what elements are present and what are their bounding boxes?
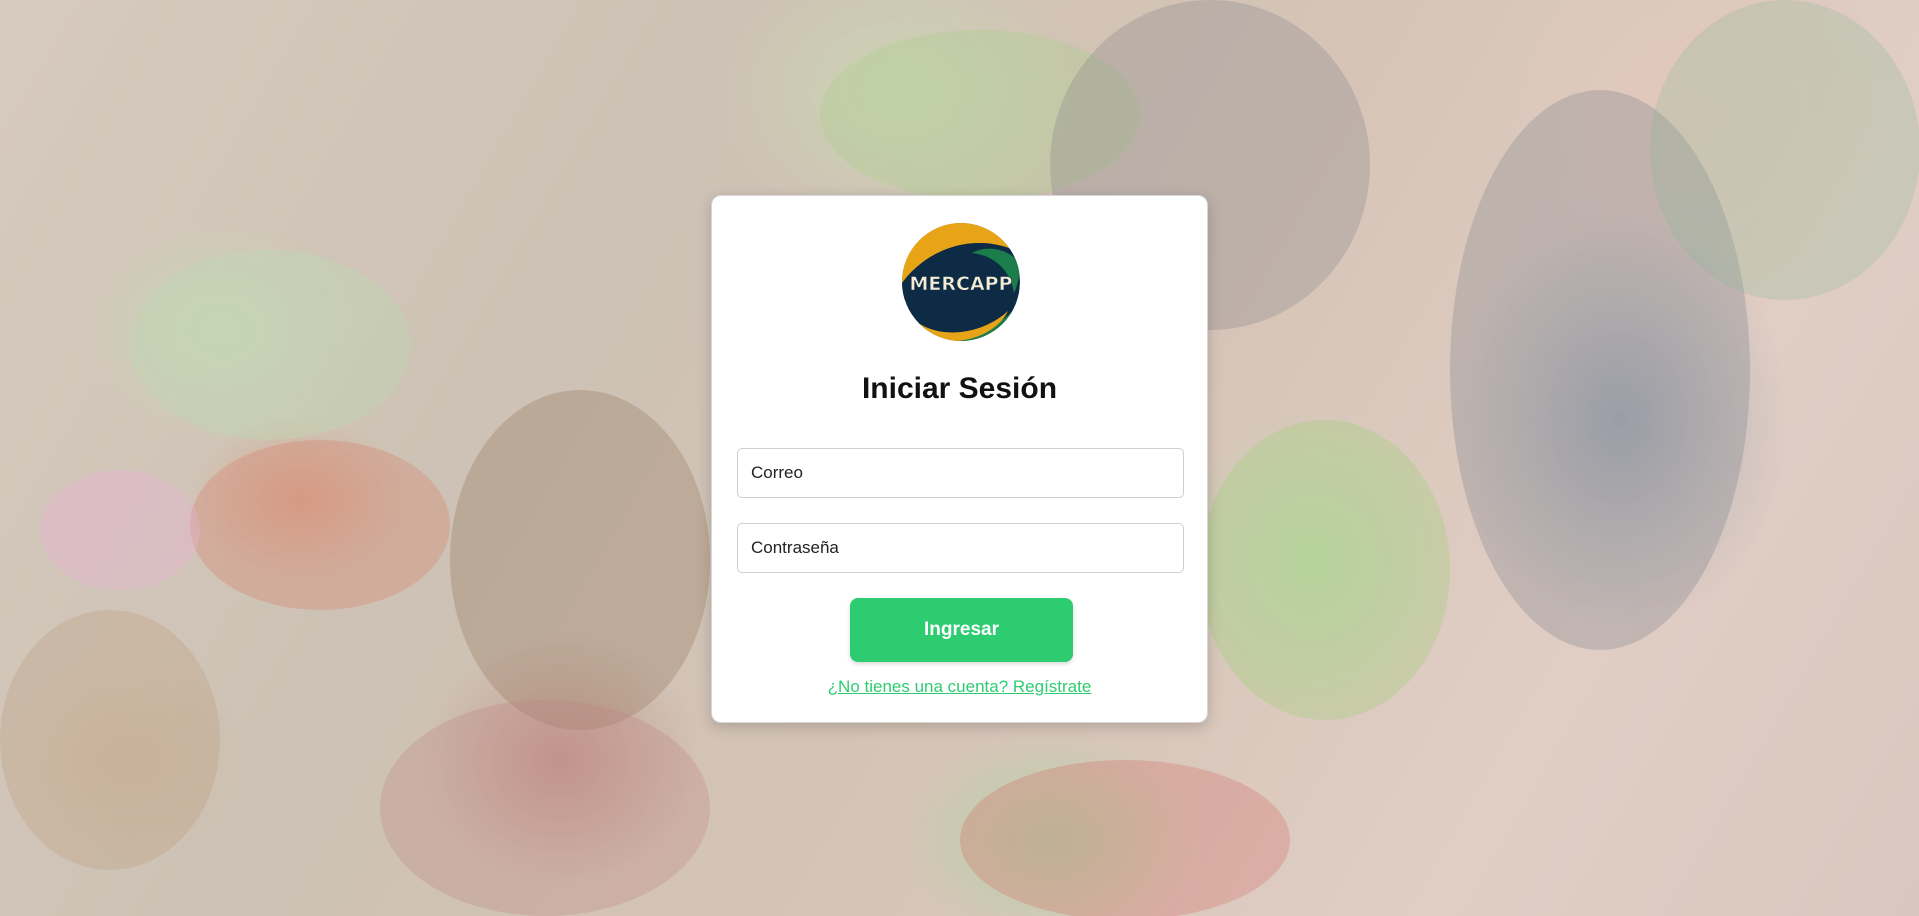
login-card: MERCAPP Iniciar Sesión Ingresar ¿No tien… [711,195,1208,723]
page-title: Iniciar Sesión [861,372,1058,405]
password-field[interactable] [737,523,1184,573]
email-field[interactable] [737,448,1184,498]
logo-text: MERCAPP [909,273,1012,295]
mercapp-logo: MERCAPP [902,223,1020,341]
register-prompt: ¿No tienes una cuenta? Regístrate [712,677,1207,697]
login-button[interactable]: Ingresar [850,598,1073,662]
register-link[interactable]: ¿No tienes una cuenta? Regístrate [828,677,1092,696]
